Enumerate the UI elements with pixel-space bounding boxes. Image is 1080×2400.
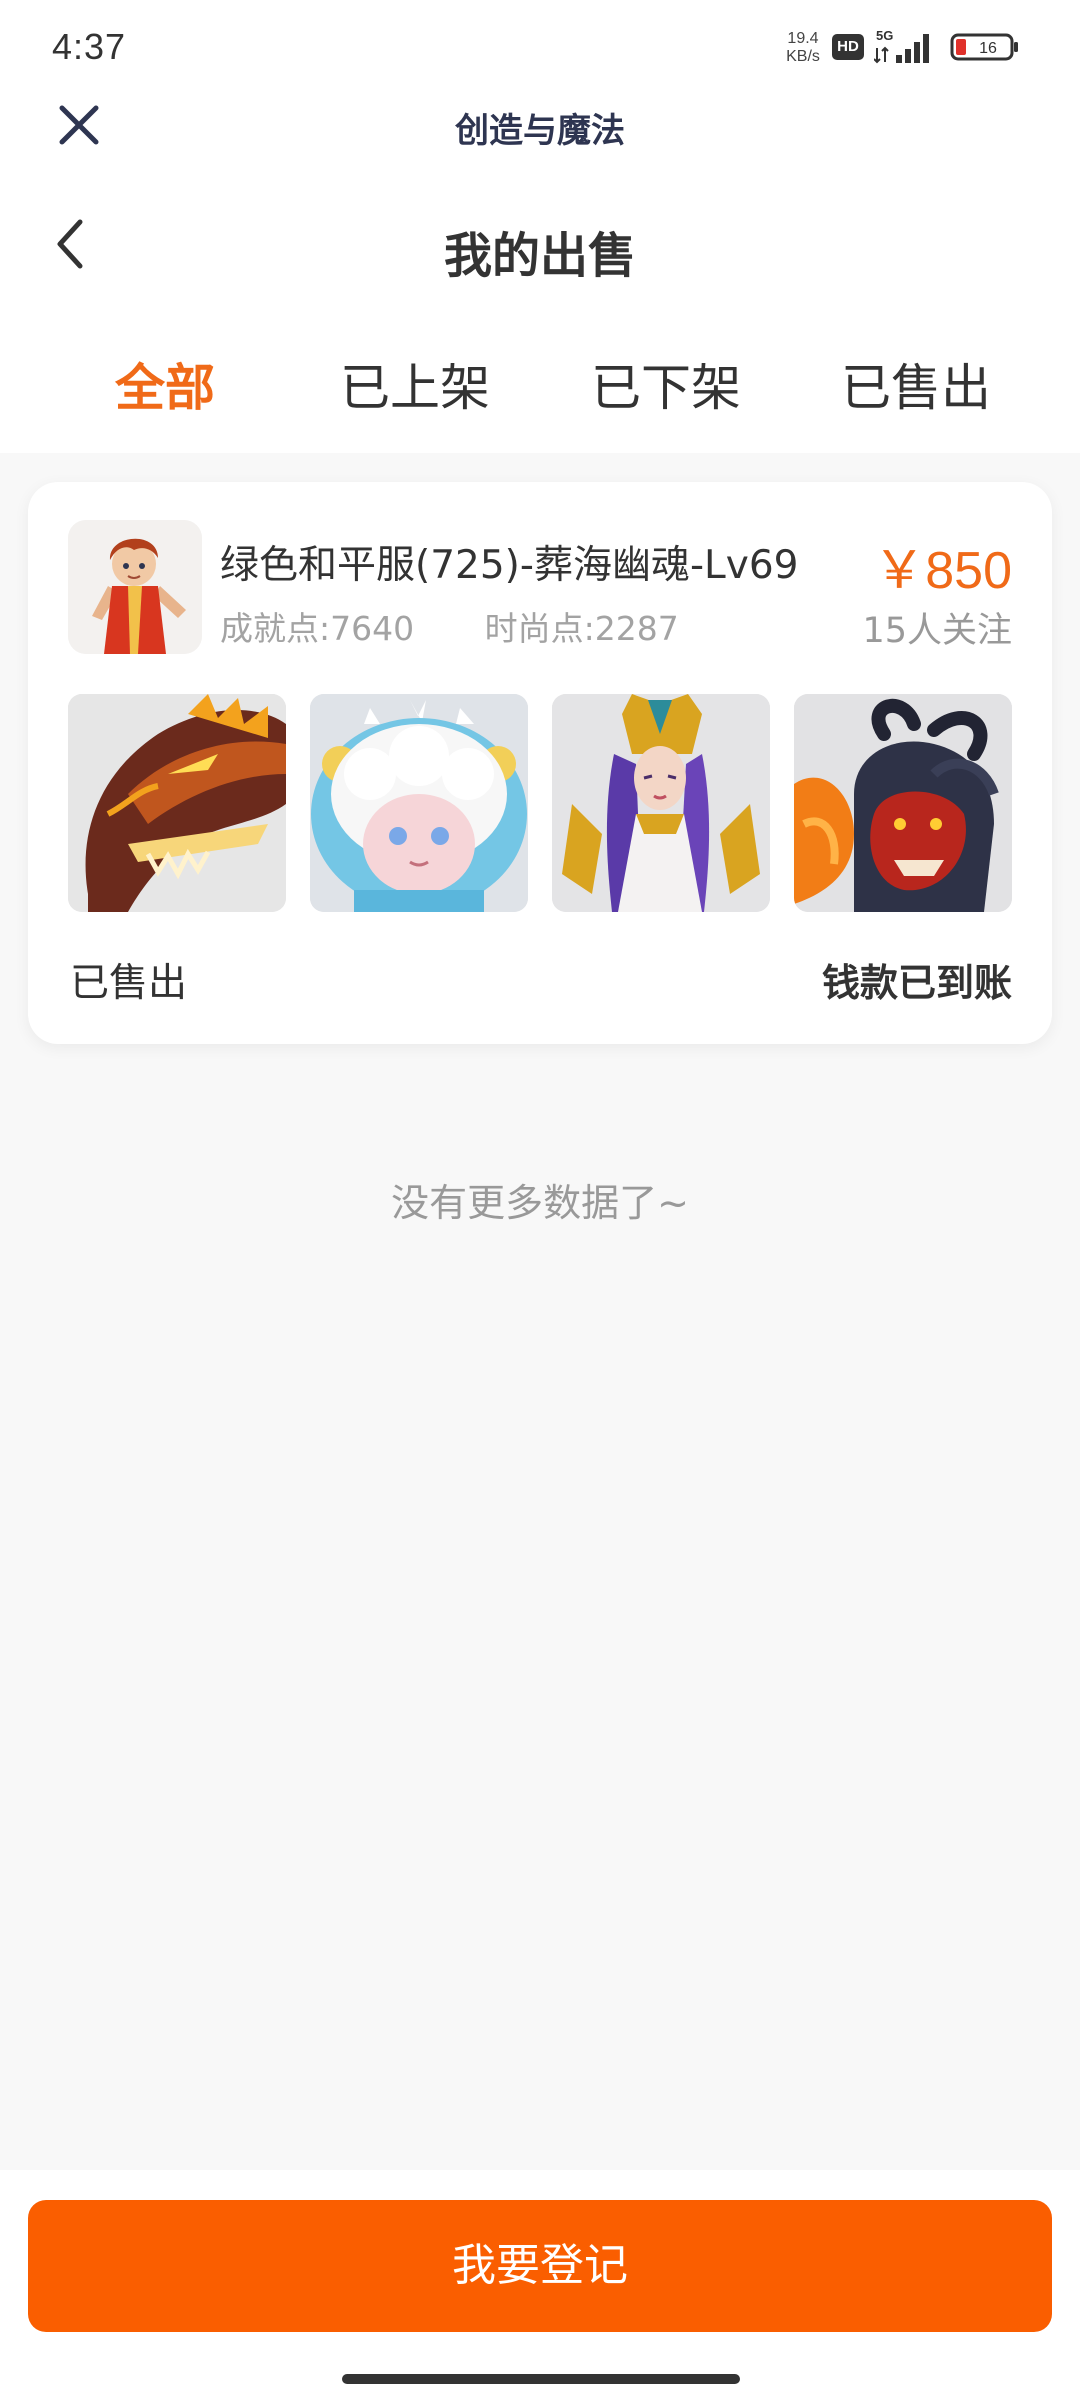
app-title: 创造与魔法 xyxy=(455,111,625,151)
follower-count: 15人关注 xyxy=(862,611,1012,651)
tab-listed[interactable]: 已上架 xyxy=(290,348,540,420)
signal-icon: 5G xyxy=(874,28,929,64)
item-stats: 成就点:7640 时尚点:2287 xyxy=(220,602,679,650)
status-bar: 4:37 19.4 KB/s HD 5G 16 xyxy=(0,0,1080,96)
page-title: 我的出售 xyxy=(443,228,636,284)
network-speed: 19.4 KB/s xyxy=(780,30,826,66)
priestess-outfit-image[interactable] xyxy=(552,694,770,912)
sale-status: 已售出 xyxy=(70,961,188,1006)
tab-sold[interactable]: 已售出 xyxy=(791,348,1041,420)
beast-mount-image[interactable] xyxy=(794,694,1012,912)
status-time: 4:37 xyxy=(52,26,127,67)
app-screen: 4:37 19.4 KB/s HD 5G 16 创造与魔法 我的出售 全部 已上… xyxy=(0,0,1080,2400)
payment-status: 钱款已到账 xyxy=(821,961,1012,1005)
network-speed-unit: KB/s xyxy=(786,48,820,65)
character-avatar xyxy=(68,520,202,654)
filter-tabs: 全部 已上架 已下架 已售出 xyxy=(0,348,1080,428)
fashion-points: 时尚点:2287 xyxy=(484,609,679,648)
item-thumbnails xyxy=(68,694,1012,912)
register-button[interactable]: 我要登记 xyxy=(28,2200,1052,2332)
dragon-mount-image[interactable] xyxy=(68,694,286,912)
network-type-label: 5G xyxy=(876,28,893,43)
battery-icon: 16 xyxy=(950,33,1018,61)
network-speed-value: 19.4 xyxy=(787,30,819,47)
fluffy-pet-image[interactable] xyxy=(310,694,528,912)
tab-all[interactable]: 全部 xyxy=(40,348,290,420)
achievement-points: 成就点:7640 xyxy=(220,609,415,648)
bottom-bar: 我要登记 xyxy=(0,2170,1080,2400)
home-indicator[interactable] xyxy=(342,2374,740,2384)
header-area: 4:37 19.4 KB/s HD 5G 16 创造与魔法 我的出售 全部 已上… xyxy=(0,0,1080,453)
item-price: ￥850 xyxy=(873,542,1012,600)
tab-delisted[interactable]: 已下架 xyxy=(541,348,791,420)
item-title: 绿色和平服(725)-葬海幽魂-Lv69 xyxy=(220,543,799,588)
battery-level: 16 xyxy=(979,40,997,57)
order-card[interactable]: 绿色和平服(725)-葬海幽魂-Lv69 成就点:7640 时尚点:2287 ￥… xyxy=(28,482,1052,1044)
hd-badge: HD xyxy=(832,34,864,60)
character-avatar-image xyxy=(68,520,202,654)
list-end-message: 没有更多数据了~ xyxy=(391,1181,689,1225)
